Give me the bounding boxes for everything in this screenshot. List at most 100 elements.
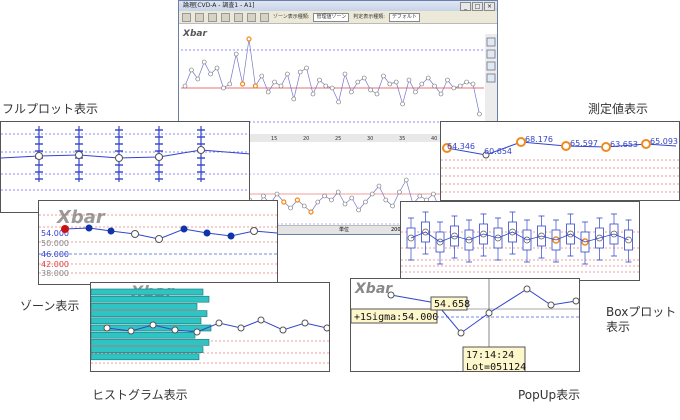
hist-point[interactable] <box>323 324 330 332</box>
main-point[interactable] <box>406 77 412 83</box>
hist-point[interactable] <box>237 324 245 332</box>
main-point[interactable] <box>368 87 373 93</box>
main-point[interactable] <box>374 91 380 97</box>
lower-point[interactable] <box>390 203 395 209</box>
main-point[interactable] <box>285 71 290 77</box>
fp-point[interactable] <box>115 154 123 162</box>
main-point[interactable] <box>304 65 309 71</box>
main-point[interactable] <box>239 81 246 87</box>
lower-point[interactable] <box>308 209 314 215</box>
lower-point[interactable] <box>322 193 327 199</box>
lower-point[interactable] <box>383 197 389 203</box>
main-point[interactable] <box>432 83 437 89</box>
main-point[interactable] <box>470 81 476 87</box>
lower-point[interactable] <box>397 189 402 195</box>
main-point[interactable] <box>195 76 201 82</box>
lower-point[interactable] <box>342 201 348 207</box>
print-icon[interactable] <box>234 12 243 22</box>
main-point[interactable] <box>182 83 188 89</box>
zoom-out-icon[interactable] <box>486 49 496 59</box>
main-point[interactable] <box>227 81 233 87</box>
lower-point[interactable] <box>363 199 368 205</box>
search-icon[interactable] <box>208 12 217 22</box>
close-button[interactable]: × <box>484 2 495 11</box>
main-point[interactable] <box>297 69 303 75</box>
minimize-button[interactable]: _ <box>460 2 471 11</box>
hist-point[interactable] <box>257 316 265 324</box>
lower-point[interactable] <box>369 191 375 197</box>
main-point[interactable] <box>438 91 444 97</box>
main-point[interactable] <box>464 79 469 85</box>
lower-point[interactable] <box>349 195 355 201</box>
main-point[interactable] <box>477 111 482 117</box>
lower-point[interactable] <box>376 183 382 189</box>
fp-point[interactable] <box>75 151 83 159</box>
main-point[interactable] <box>291 96 297 102</box>
hist-point[interactable] <box>103 324 111 332</box>
main-point[interactable] <box>329 85 335 91</box>
main-point[interactable] <box>400 101 405 107</box>
main-point[interactable] <box>189 67 194 73</box>
hist-point[interactable] <box>301 319 309 327</box>
main-point[interactable] <box>425 75 431 81</box>
main-point[interactable] <box>349 89 354 95</box>
main-point[interactable] <box>323 83 329 89</box>
lower-point[interactable] <box>261 193 266 199</box>
lower-point[interactable] <box>417 193 423 199</box>
main-point[interactable] <box>355 79 361 85</box>
main-point[interactable] <box>221 85 226 91</box>
lower-point[interactable] <box>294 197 301 203</box>
hist-point[interactable] <box>215 319 223 327</box>
settings-icon[interactable] <box>247 12 256 22</box>
main-point[interactable] <box>317 77 322 83</box>
lower-point[interactable] <box>356 207 361 213</box>
main-point[interactable] <box>310 91 316 97</box>
main-point[interactable] <box>265 89 271 95</box>
fp-point[interactable] <box>35 152 43 160</box>
main-point[interactable] <box>259 73 265 79</box>
zoom-icon[interactable] <box>195 12 204 22</box>
lower-point[interactable] <box>301 203 307 209</box>
maximize-button[interactable]: □ <box>472 2 483 11</box>
main-point[interactable] <box>233 51 239 57</box>
fp-point[interactable] <box>197 146 205 154</box>
main-point[interactable] <box>214 65 220 71</box>
fit-icon[interactable] <box>486 73 496 83</box>
hist-point[interactable] <box>127 327 135 335</box>
main-point[interactable] <box>387 81 393 87</box>
main-point[interactable] <box>381 73 386 79</box>
main-point[interactable] <box>272 79 277 85</box>
lower-point[interactable] <box>403 177 409 183</box>
lower-point[interactable] <box>315 199 321 205</box>
main-point[interactable] <box>451 85 457 91</box>
main-point[interactable] <box>445 77 450 83</box>
hist-point[interactable] <box>149 321 157 329</box>
main-point[interactable] <box>208 71 213 77</box>
zoom-in-icon[interactable] <box>486 37 496 47</box>
hist-point[interactable] <box>171 326 179 334</box>
main-point[interactable] <box>278 83 284 89</box>
pan-icon[interactable] <box>486 61 496 71</box>
fp-point[interactable] <box>155 153 163 161</box>
main-point[interactable] <box>361 75 367 81</box>
main-point[interactable] <box>336 99 341 105</box>
main-point[interactable] <box>413 89 418 95</box>
main-point[interactable] <box>246 36 252 42</box>
lower-point[interactable] <box>281 199 287 205</box>
main-point[interactable] <box>457 83 463 89</box>
lower-point[interactable] <box>274 191 280 197</box>
zone-type-select[interactable]: 管理値ゾーン <box>313 12 350 22</box>
delete-icon[interactable] <box>260 12 269 22</box>
main-point[interactable] <box>342 71 348 77</box>
main-point[interactable] <box>252 83 259 89</box>
main-point[interactable] <box>201 59 207 65</box>
pattern-type-select[interactable]: デフォルト <box>388 12 420 22</box>
lower-point[interactable] <box>335 189 341 195</box>
lower-point[interactable] <box>431 191 436 197</box>
hist-point[interactable] <box>193 328 201 336</box>
main-point[interactable] <box>393 79 399 85</box>
chart-icon[interactable] <box>221 12 230 22</box>
lower-point[interactable] <box>288 205 293 211</box>
lower-point[interactable] <box>329 197 334 203</box>
main-point[interactable] <box>419 81 425 87</box>
